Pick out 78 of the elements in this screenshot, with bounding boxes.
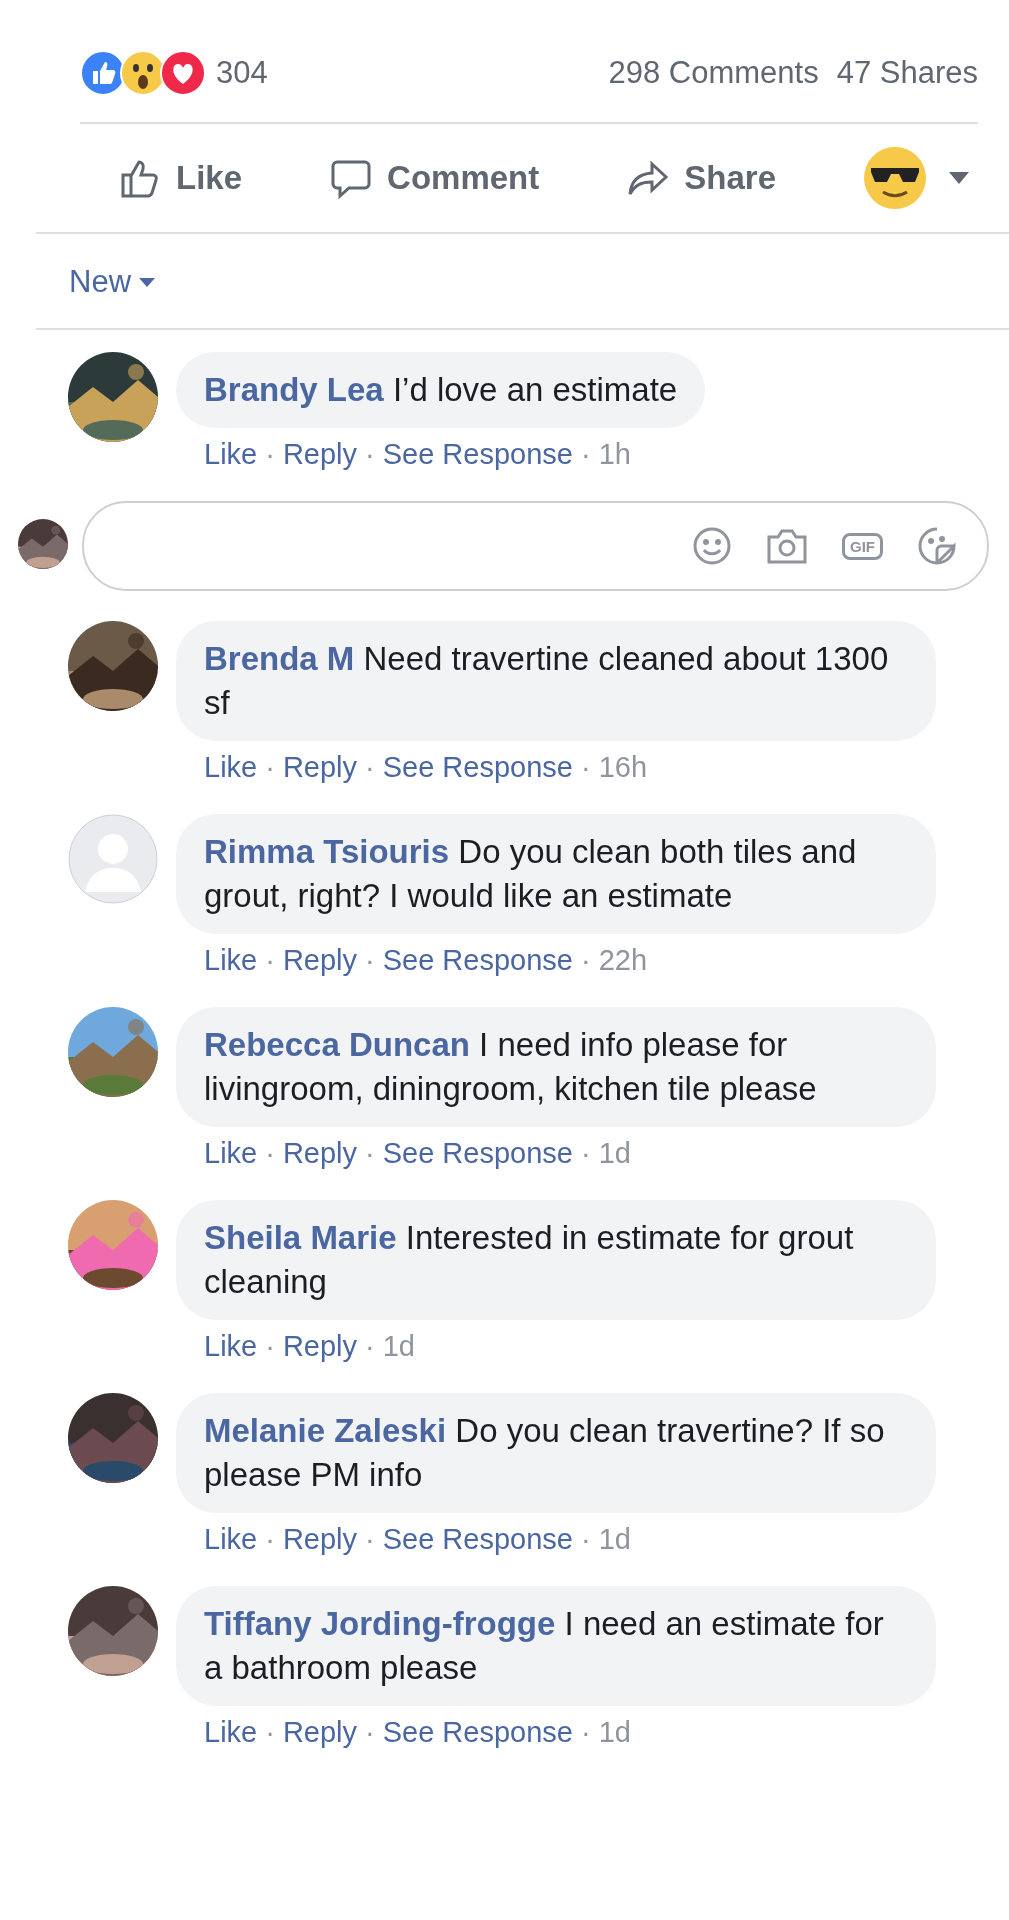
reply-input-field[interactable]: GIF	[82, 501, 989, 591]
comment-time[interactable]: 1d	[598, 1523, 631, 1556]
sort-dropdown[interactable]: New	[69, 264, 155, 300]
comment-action-link[interactable]: Like	[204, 751, 258, 784]
love-reaction-icon	[160, 50, 206, 96]
comment-action-link[interactable]: Like	[204, 1716, 258, 1749]
comment-text: Brenda M Need travertine cleaned about 1300 sf	[204, 639, 890, 723]
share-button[interactable]: Share	[626, 156, 776, 200]
comment-time[interactable]: 1h	[598, 438, 631, 471]
comment-text: Rebecca Duncan I need info please for livingroom, diningroom, kitchen tile please	[204, 1025, 818, 1109]
separator-dot: ·	[265, 438, 275, 471]
comment-text: Melanie Zaleski Do you clean travertine? If so please PM info	[204, 1411, 886, 1495]
comment-action-link[interactable]: See Response	[382, 751, 573, 784]
comments-count-link[interactable]: 298 Comments	[608, 55, 819, 91]
separator-dot: ·	[265, 1523, 275, 1556]
separator-dot: ·	[580, 751, 591, 784]
emoji-icon[interactable]	[692, 526, 732, 566]
caret-icon	[139, 277, 155, 287]
separator-dot: ·	[580, 1716, 591, 1749]
separator-dot: ·	[365, 1523, 375, 1556]
separator-dot: ·	[580, 1523, 591, 1556]
comment-action-link[interactable]: See Response	[382, 438, 573, 471]
comment-time[interactable]: 1d	[598, 1716, 631, 1749]
separator-dot: ·	[365, 1137, 375, 1170]
gif-button[interactable]: GIF	[842, 532, 883, 560]
comment-action-link[interactable]: Like	[204, 1137, 258, 1170]
comment-action-link[interactable]: Reply	[282, 1137, 358, 1170]
comment-text: Sheila Marie Interested in estimate for grout cleaning	[204, 1218, 855, 1302]
default-avatar-icon	[68, 814, 158, 904]
caret-icon[interactable]	[949, 172, 969, 184]
commenter-name[interactable]: Brandy Lea	[204, 371, 384, 408]
comment-action-link[interactable]: Reply	[282, 944, 358, 977]
comment-action-link[interactable]: Like	[204, 1523, 258, 1556]
commenter-name[interactable]: Melanie Zaleski	[204, 1412, 447, 1449]
separator-dot: ·	[265, 1330, 275, 1363]
commenter-name[interactable]: Brenda M	[204, 640, 355, 677]
comment-action-link[interactable]: Reply	[282, 1716, 358, 1749]
commenter-name[interactable]: Rimma Tsiouris	[204, 833, 450, 870]
separator-dot: ·	[265, 751, 275, 784]
separator-dot: ·	[580, 1137, 591, 1170]
like-button[interactable]: Like	[118, 156, 243, 200]
sunglasses-emoji-icon[interactable]	[863, 146, 927, 210]
comment-action-link[interactable]: See Response	[382, 1137, 573, 1170]
comment-button[interactable]: Comment	[329, 156, 540, 200]
reaction-count[interactable]: 304	[216, 55, 268, 91]
separator-dot: ·	[580, 944, 591, 977]
separator-dot: ·	[365, 944, 375, 977]
separator-dot: ·	[365, 438, 375, 471]
comment-action-link[interactable]: See Response	[382, 944, 573, 977]
comment-time[interactable]: 1d	[382, 1330, 415, 1363]
comment-text: Rimma Tsiouris Do you clean both tiles and grout, right? I would like an estimate	[204, 832, 858, 916]
comment-action-link[interactable]: See Response	[382, 1716, 573, 1749]
separator-dot: ·	[365, 1330, 375, 1363]
comment-action-link[interactable]: Like	[204, 944, 258, 977]
comment-action-link[interactable]: See Response	[382, 1523, 573, 1556]
separator-dot: ·	[365, 751, 375, 784]
camera-icon[interactable]	[766, 527, 808, 565]
comment-time[interactable]: 16h	[598, 751, 647, 784]
comment-action-link[interactable]: Reply	[282, 438, 358, 471]
comment-time[interactable]: 1d	[598, 1137, 631, 1170]
comment-text: Tiffany Jording-frogge I need an estimate for a bathroom please	[204, 1604, 885, 1688]
shares-count-link[interactable]: 47 Shares	[836, 55, 978, 91]
separator-dot: ·	[265, 944, 275, 977]
separator-dot: ·	[580, 438, 591, 471]
comment-action-link[interactable]: Reply	[282, 1523, 358, 1556]
commenter-name[interactable]: Tiffany Jording-frogge	[204, 1605, 556, 1642]
sticker-icon[interactable]	[917, 526, 957, 566]
separator-dot: ·	[265, 1716, 275, 1749]
comment-action-link[interactable]: Reply	[282, 1330, 358, 1363]
commenter-name[interactable]: Sheila Marie	[204, 1219, 397, 1256]
comment-action-link[interactable]: Like	[204, 438, 258, 471]
comment-time[interactable]: 22h	[598, 944, 647, 977]
commenter-name[interactable]: Rebecca Duncan	[204, 1026, 470, 1063]
comment-action-link[interactable]: Like	[204, 1330, 258, 1363]
separator-dot: ·	[265, 1137, 275, 1170]
comment-action-link[interactable]: Reply	[282, 751, 358, 784]
comment-text: Brandy Lea I’d love an estimate	[204, 370, 678, 410]
separator-dot: ·	[365, 1716, 375, 1749]
